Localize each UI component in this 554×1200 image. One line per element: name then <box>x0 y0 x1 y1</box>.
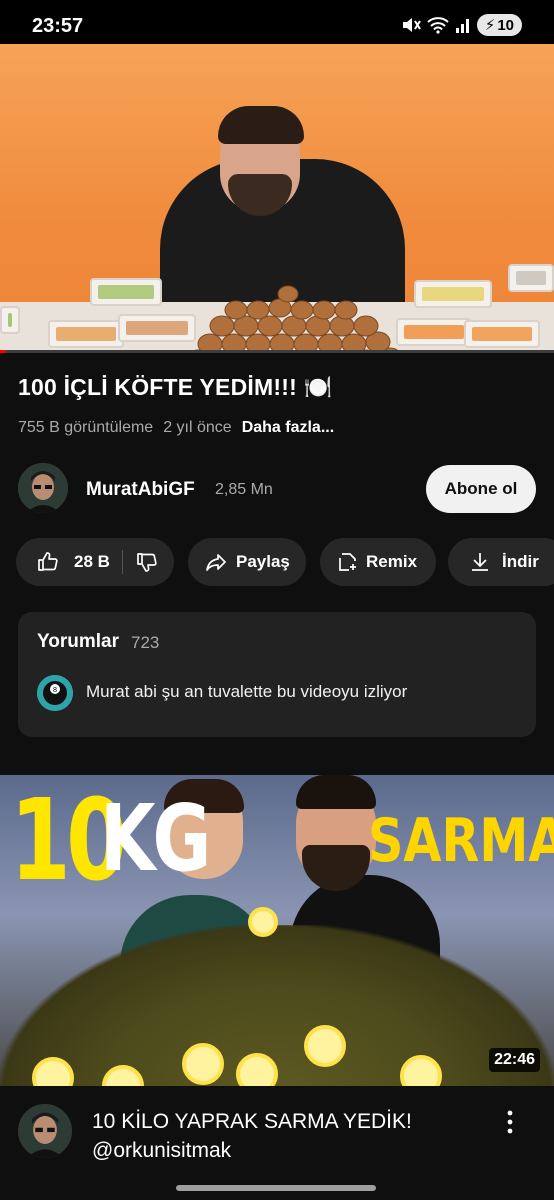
next-video-info[interactable]: 10 KİLO YAPRAK SARMA YEDİK! @orkunisitma… <box>92 1107 412 1166</box>
video-meta[interactable]: 755 B görüntüleme 2 yıl önce Daha fazla.… <box>18 419 334 437</box>
share-icon <box>206 554 226 571</box>
lemon-slice <box>304 1025 346 1067</box>
lemon-slice <box>182 1043 224 1085</box>
view-count: 755 B görüntüleme <box>18 419 154 436</box>
signal-icon <box>455 19 469 33</box>
comments-panel[interactable]: Yorumlar 723 8 Murat abi şu an tuvalette… <box>18 612 536 737</box>
upload-age: 2 yıl önce <box>163 419 232 436</box>
comments-count: 723 <box>131 633 160 652</box>
status-icons: ⚡ 10 <box>401 14 522 36</box>
progress-track[interactable] <box>0 350 554 353</box>
status-bar: 23:57 ⚡ 10 <box>0 0 554 44</box>
download-icon <box>472 553 488 571</box>
thumbnail-text-word: SARMA <box>368 806 554 876</box>
sarma-pile <box>0 925 554 1086</box>
dislike-icon[interactable] <box>135 550 159 574</box>
next-video-channel-avatar[interactable] <box>18 1104 72 1158</box>
like-count[interactable]: 28 B <box>74 552 110 572</box>
share-label: Paylaş <box>236 552 290 571</box>
next-video-thumbnail[interactable]: 10 KG SARMA 22:46 <box>0 775 554 1086</box>
commenter-avatar: 8 <box>37 675 73 711</box>
thumbnail-text-unit: KG <box>100 785 211 892</box>
clock: 23:57 <box>32 15 84 37</box>
remix-icon <box>339 553 356 571</box>
remix-label: Remix <box>366 552 418 571</box>
channel-name[interactable]: MuratAbiGF <box>86 479 195 501</box>
subscriber-count: 2,85 Mn <box>215 481 273 498</box>
more-options-icon[interactable] <box>500 1108 520 1136</box>
video-player[interactable] <box>0 44 554 352</box>
battery-charging-icon: ⚡ 10 <box>476 14 522 36</box>
battery-level: 10 <box>497 16 514 34</box>
video-duration: 22:46 <box>489 1048 540 1072</box>
video-frame-kofte <box>189 285 401 352</box>
share-button[interactable]: Paylaş <box>188 538 306 586</box>
top-comment: Murat abi şu an tuvalette bu videoyu izl… <box>86 682 408 701</box>
video-title[interactable]: 100 İÇLİ KÖFTE YEDİM!!! 🍽️ <box>18 374 332 401</box>
more-link[interactable]: Daha fazla... <box>242 419 334 437</box>
next-video-title: 10 KİLO YAPRAK SARMA YEDİK! <box>92 1110 412 1133</box>
comments-heading: Yorumlar <box>37 631 120 652</box>
wifi-icon <box>427 17 449 34</box>
like-divider <box>121 550 123 574</box>
like-icon[interactable] <box>36 550 60 574</box>
remix-button[interactable]: Remix <box>320 538 436 586</box>
mute-icon <box>402 18 421 32</box>
avatar-image <box>18 1104 72 1158</box>
like-dislike-chip: 28 B <box>16 538 174 586</box>
channel-avatar[interactable] <box>18 463 68 513</box>
home-indicator[interactable] <box>176 1185 376 1191</box>
avatar-image <box>18 463 68 513</box>
progress-fill <box>0 350 6 353</box>
subscribe-button[interactable]: Abone ol <box>426 465 536 513</box>
next-video-channel: @orkunisitmak <box>92 1139 232 1163</box>
lemon-slice <box>248 907 278 937</box>
download-label: İndir <box>502 552 539 571</box>
svg-text:8: 8 <box>53 686 57 694</box>
download-button[interactable]: İndir <box>448 538 554 586</box>
